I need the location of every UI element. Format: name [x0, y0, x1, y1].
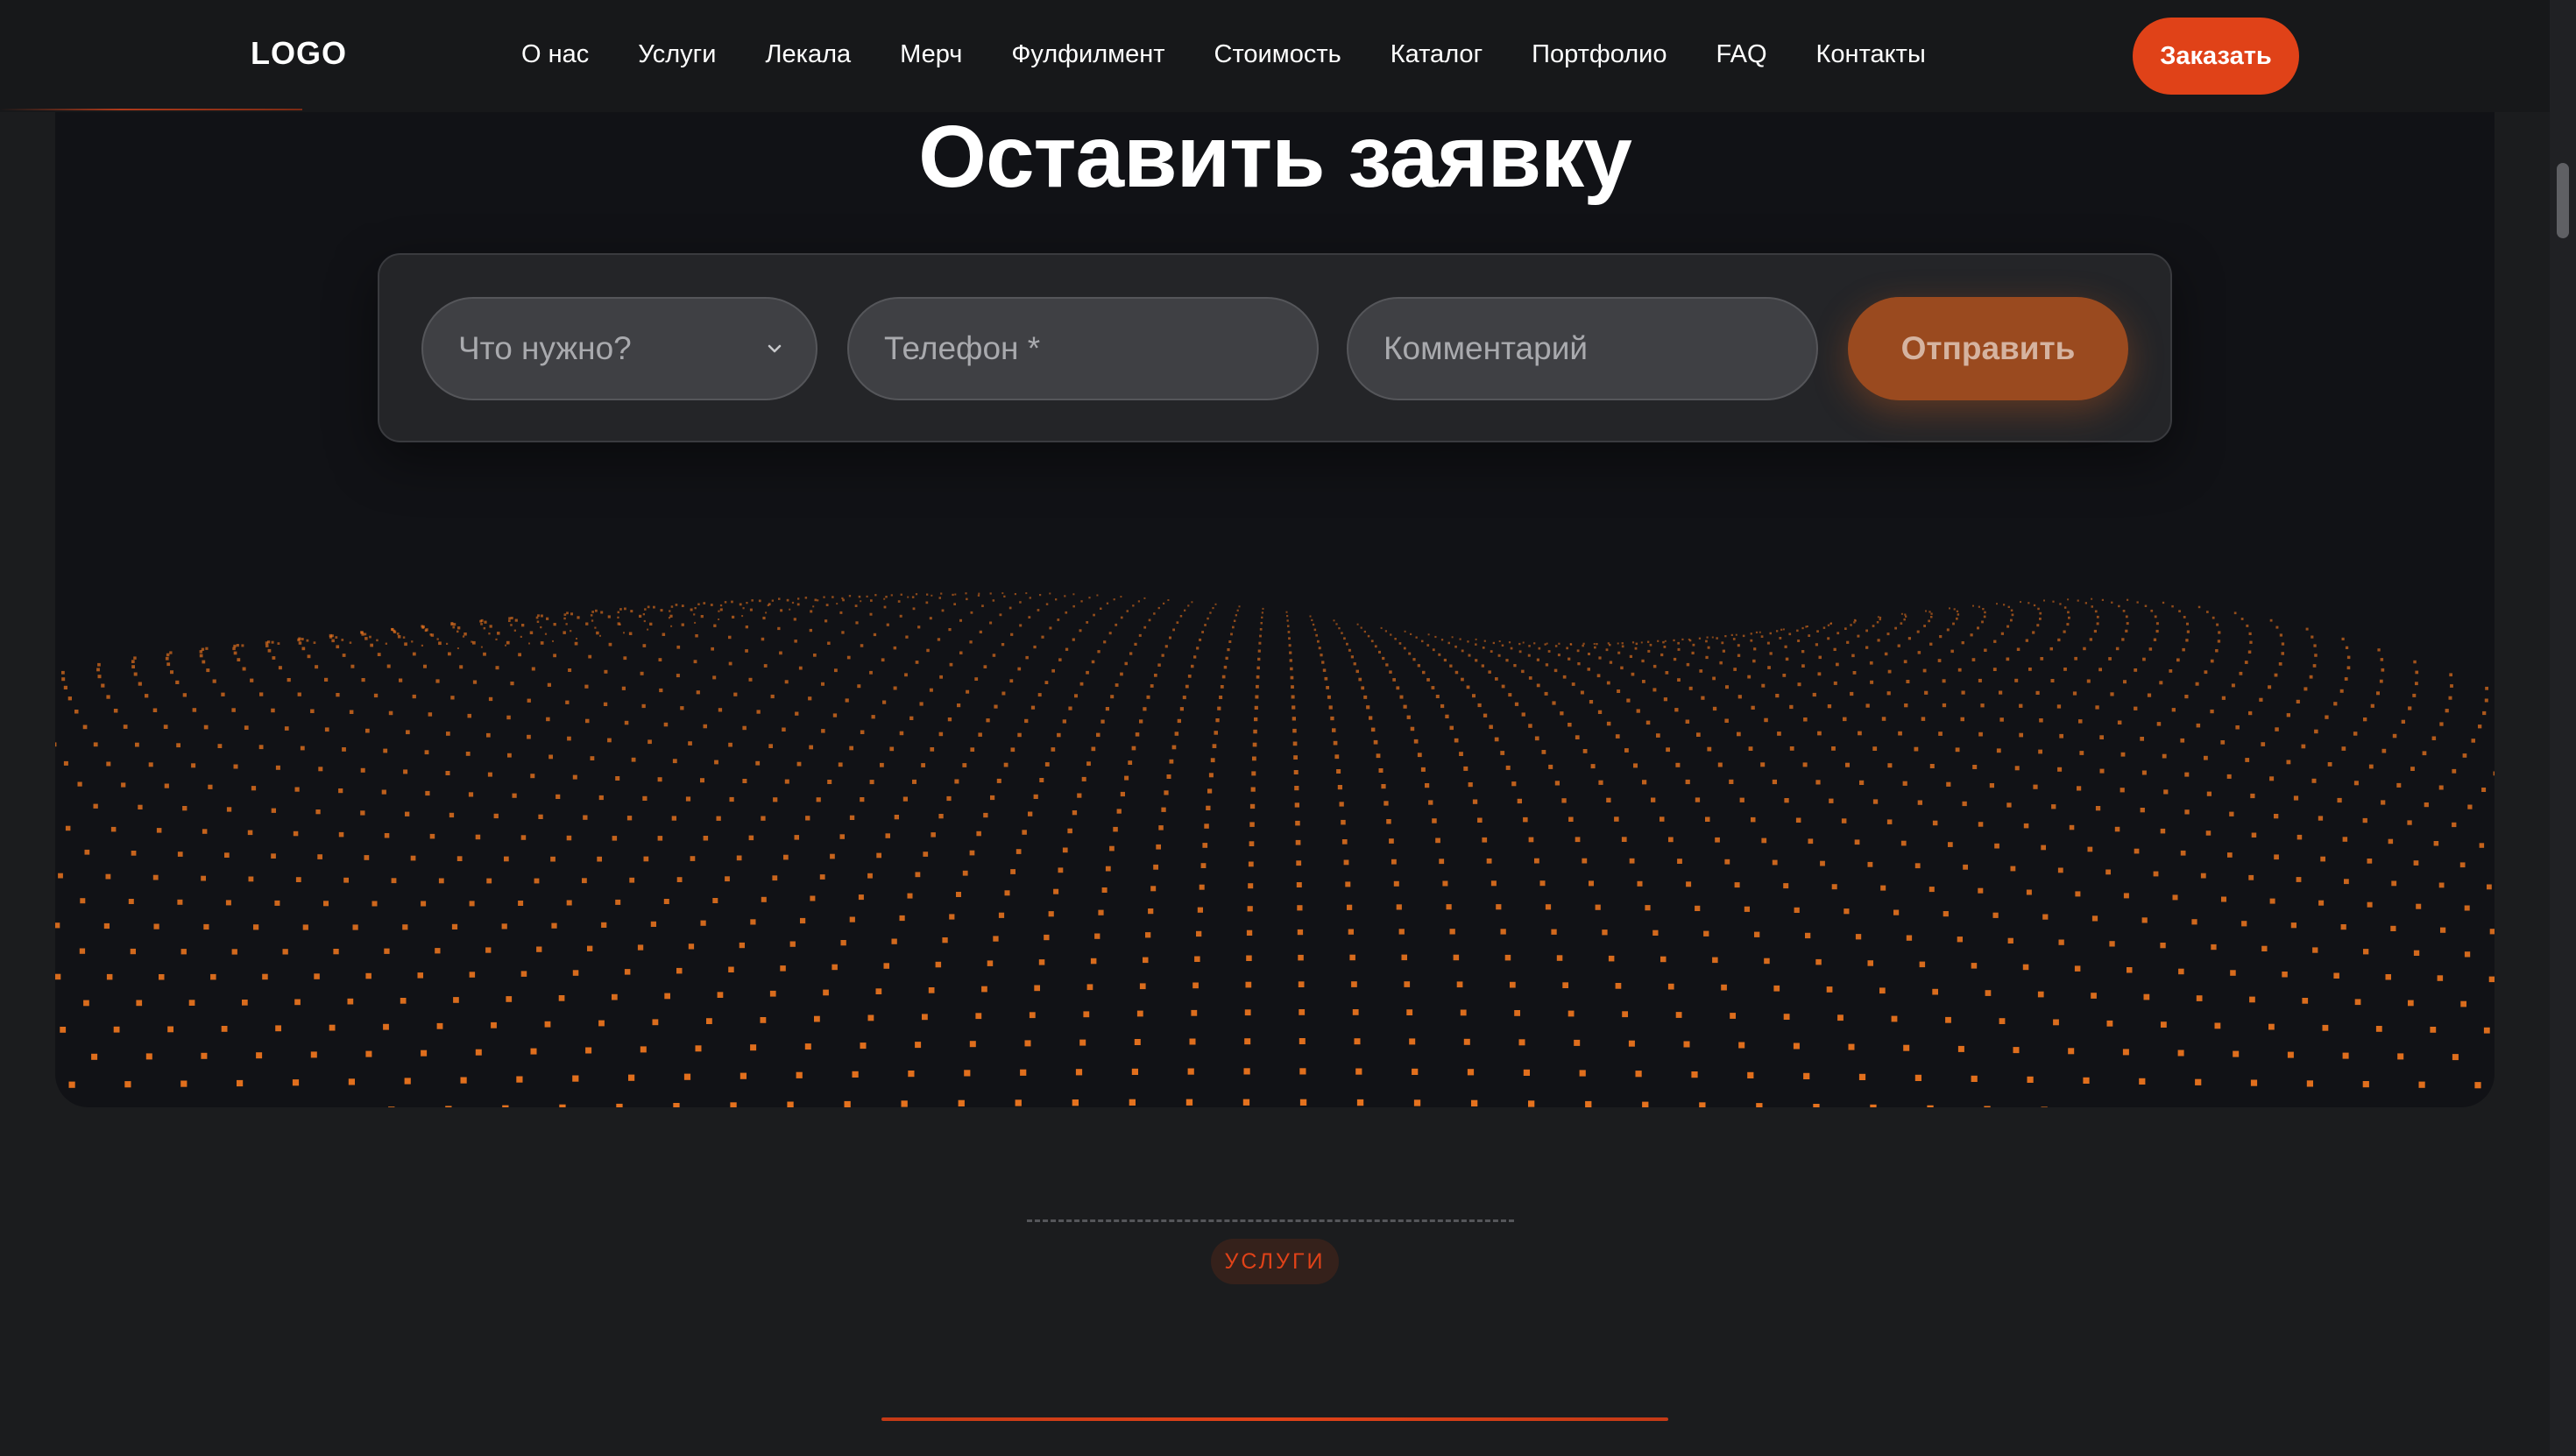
header-accent-line [0, 109, 302, 110]
nav-item-merch[interactable]: Мерч [900, 40, 962, 69]
page-title: Оставить заявку [918, 108, 1632, 206]
nav-item-catalog[interactable]: Каталог [1391, 40, 1483, 69]
logo[interactable]: LOGO [251, 35, 347, 72]
nav-item-pricing[interactable]: Стоимость [1214, 40, 1341, 69]
nav-item-portfolio[interactable]: Портфолио [1532, 40, 1667, 69]
section-divider [1027, 1219, 1514, 1222]
particle-wave-graphic [55, 592, 2495, 1107]
page-scrollbar[interactable] [2550, 0, 2576, 1456]
comment-input-placeholder: Комментарий [1384, 330, 1589, 366]
service-select[interactable]: Что нужно? [421, 297, 817, 400]
phone-input-placeholder: Телефон * [884, 330, 1041, 366]
comment-input[interactable]: Комментарий [1347, 297, 1818, 400]
nav-item-about[interactable]: О нас [521, 40, 589, 69]
chevron-down-icon [768, 344, 782, 353]
service-select-placeholder: Что нужно? [458, 330, 632, 366]
submit-button[interactable]: Отправить [1848, 297, 2128, 400]
nav-item-contacts[interactable]: Контакты [1816, 40, 1926, 69]
request-form: Что нужно? Телефон * Комментарий Отправи… [378, 253, 2172, 442]
scrollbar-thumb[interactable] [2557, 163, 2569, 238]
nav-item-services[interactable]: Услуги [638, 40, 716, 69]
nav-item-fulfillment[interactable]: Фулфилмент [1011, 40, 1164, 69]
phone-input[interactable]: Телефон * [847, 297, 1319, 400]
request-section: Оставить заявку [55, 53, 2495, 1107]
section-underline [881, 1417, 1668, 1421]
nav-item-patterns[interactable]: Лекала [765, 40, 851, 69]
section-badge: УСЛУГИ [1211, 1239, 1339, 1284]
site-header: LOGO О нас Услуги Лекала Мерч Фулфилмент… [0, 0, 2550, 112]
nav-item-faq[interactable]: FAQ [1716, 40, 1767, 69]
order-button[interactable]: Заказать [2133, 18, 2299, 95]
main-nav: О нас Услуги Лекала Мерч Фулфилмент Стои… [521, 40, 1926, 69]
